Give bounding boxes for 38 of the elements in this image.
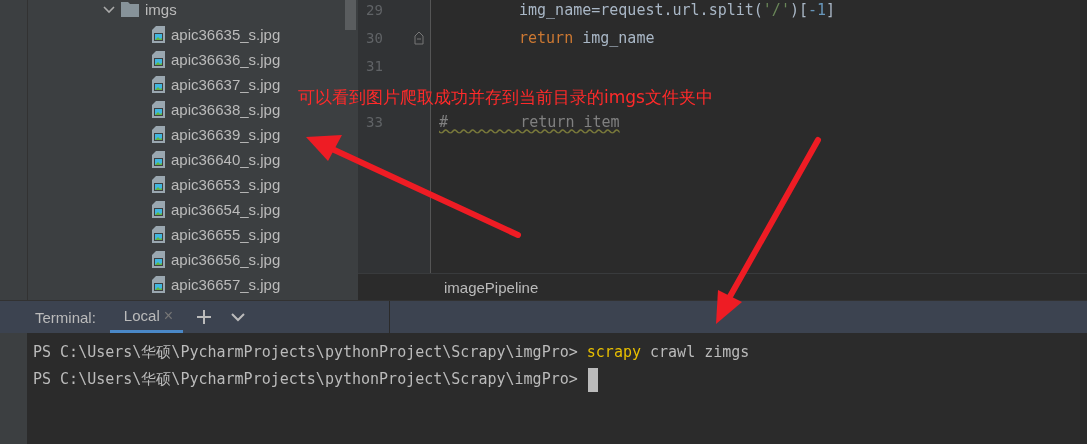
chevron-down-icon[interactable] [231, 312, 246, 322]
terminal-line: PS C:\Users\华硕\PycharmProjects\pythonProject\Scrapy\imgPro> scrapy crawl zimgs [33, 343, 750, 362]
image-file-icon [152, 151, 165, 168]
fold-marker-icon[interactable] [414, 31, 424, 45]
folder-name[interactable]: imgs [145, 1, 177, 18]
code-line: return img_name [519, 29, 655, 47]
file-name[interactable]: apic36635_s.jpg [171, 26, 281, 43]
code-line: img_name=request.url.split('/')[-1] [519, 1, 836, 19]
text-cursor [587, 367, 598, 392]
image-file-icon [152, 176, 165, 193]
terminal-line: PS C:\Users\华硕\PycharmProjects\pythonProject\Scrapy\imgPro> [33, 370, 578, 389]
plus-icon[interactable] [197, 310, 212, 324]
file-name[interactable]: apic36637_s.jpg [171, 76, 281, 93]
file-name[interactable]: apic36654_s.jpg [171, 201, 281, 218]
image-file-icon [152, 201, 165, 218]
file-name[interactable]: apic36657_s.jpg [171, 276, 281, 293]
image-file-icon [152, 226, 165, 243]
code-line: # return item [439, 113, 620, 131]
file-name[interactable]: apic36639_s.jpg [171, 126, 281, 143]
file-name[interactable]: apic36638_s.jpg [171, 101, 281, 118]
file-name[interactable]: apic36653_s.jpg [171, 176, 281, 193]
image-file-icon [152, 126, 165, 143]
breadcrumb[interactable]: imagePipeline [444, 278, 539, 296]
file-name[interactable]: apic36636_s.jpg [171, 51, 281, 68]
image-file-icon [152, 101, 165, 118]
file-name[interactable]: apic36655_s.jpg [171, 226, 281, 243]
file-name[interactable]: apic36640_s.jpg [171, 151, 281, 168]
scrollbar-thumb[interactable] [345, 0, 356, 30]
image-file-icon [152, 251, 165, 268]
image-file-icon [152, 26, 165, 43]
chevron-down-icon[interactable] [103, 5, 115, 14]
file-name[interactable]: apic36656_s.jpg [171, 251, 281, 268]
image-file-icon [152, 51, 165, 68]
terminal-label: Terminal: [35, 308, 96, 326]
image-file-icon [152, 76, 165, 93]
image-file-icon [152, 276, 165, 293]
folder-icon [121, 2, 139, 17]
annotation-text: 可以看到图片爬取成功并存到当前目录的imgs文件夹中 [298, 86, 713, 109]
